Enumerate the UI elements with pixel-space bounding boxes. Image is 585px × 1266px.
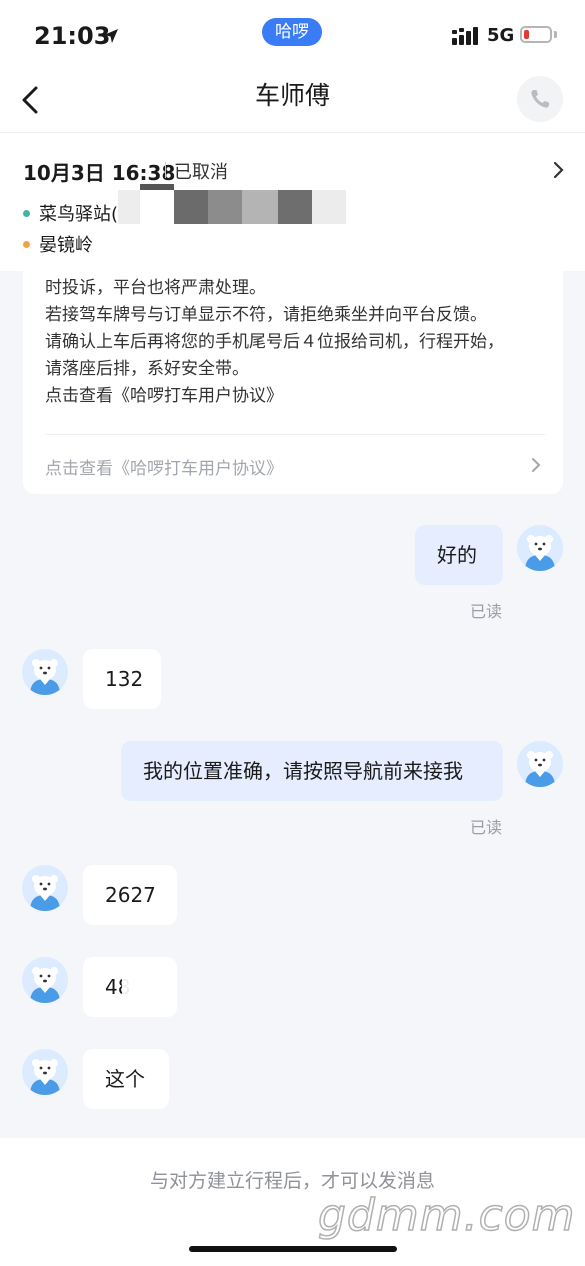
- location-arrow-icon: [104, 29, 118, 43]
- bear-avatar-icon: [30, 659, 60, 695]
- pickup-address: 菜鸟驿站(: [23, 200, 118, 226]
- notice-text: 为保障行车安全和您的合法权益，如遇加价滥价行为，请及 时投诉，平台也将严肃处理。…: [45, 262, 545, 410]
- redaction-blur: [122, 970, 162, 1010]
- pickup-dot-icon: [23, 209, 30, 217]
- battery-low-icon: [520, 26, 552, 43]
- avatar[interactable]: [22, 957, 68, 1003]
- phone-icon: [531, 90, 549, 108]
- page-title: 车师傅: [254, 81, 330, 110]
- chevron-right-icon[interactable]: [550, 161, 566, 179]
- call-button[interactable]: [517, 76, 563, 122]
- notice-line: 请落座后排，系好安全带。: [45, 359, 249, 379]
- status-time: 21:03: [34, 22, 111, 50]
- app-badge[interactable]: 哈啰: [262, 18, 322, 46]
- bear-avatar-icon: [525, 751, 555, 787]
- battery-tip: [554, 31, 557, 38]
- bear-avatar-icon: [30, 875, 60, 911]
- order-status: 已取消: [174, 162, 228, 183]
- avatar[interactable]: [517, 741, 563, 787]
- pickup-address-text: 菜鸟驿站(: [39, 204, 119, 225]
- avatar[interactable]: [22, 865, 68, 911]
- notice-line: 若接驾车牌号与订单显示不符，请拒绝乘坐并向平台反馈。: [45, 305, 487, 325]
- home-indicator[interactable]: [189, 1246, 397, 1252]
- bear-avatar-icon: [30, 967, 60, 1003]
- network-type: 5G: [487, 25, 515, 46]
- user-agreement-link[interactable]: 点击查看《哈啰打车用户协议》: [45, 454, 283, 479]
- divider: [45, 434, 545, 435]
- notice-card: 为保障行车安全和您的合法权益，如遇加价滥价行为，请及 时投诉，平台也将严肃处理。…: [23, 262, 563, 494]
- message-bubble-outgoing[interactable]: 我的位置准确，请按照导航前来接我: [121, 741, 503, 801]
- message-bubble-incoming[interactable]: 2627: [83, 865, 177, 925]
- read-status: 已读: [470, 818, 503, 837]
- avatar[interactable]: [517, 525, 563, 571]
- signal-icon: [452, 27, 478, 45]
- divider: [165, 162, 166, 178]
- watermark: gdmm.com: [317, 1189, 576, 1242]
- order-date: 10月3日 16:38: [23, 161, 176, 185]
- notice-line[interactable]: 点击查看《哈啰打车用户协议》: [45, 383, 545, 410]
- bear-avatar-icon: [525, 535, 555, 571]
- message-bubble-incoming[interactable]: 这个: [83, 1049, 169, 1109]
- notice-line: 时投诉，平台也将严肃处理。: [45, 278, 266, 298]
- dropoff-address: 晏镜岭: [23, 231, 93, 257]
- avatar[interactable]: [22, 649, 68, 695]
- read-status: 已读: [470, 602, 503, 621]
- chevron-right-icon[interactable]: [529, 457, 543, 473]
- nav-bar: 车师傅: [0, 72, 585, 133]
- status-bar: 21:03 哈啰 5G: [0, 0, 585, 72]
- message-disabled-hint: 与对方建立行程后，才可以发消息: [149, 1170, 435, 1192]
- avatar[interactable]: [22, 1049, 68, 1095]
- dropoff-address-text: 晏镜岭: [39, 235, 93, 256]
- notice-line: 请确认上车后再将您的手机尾号后４位报给司机，行程开始，: [45, 332, 504, 352]
- bear-avatar-icon: [30, 1059, 60, 1095]
- bottom-bar: 与对方建立行程后，才可以发消息 gdmm.com: [0, 1138, 585, 1266]
- dropoff-dot-icon: [23, 240, 30, 248]
- message-bubble-incoming[interactable]: 132: [83, 649, 161, 709]
- message-bubble-outgoing[interactable]: 好的: [415, 525, 503, 585]
